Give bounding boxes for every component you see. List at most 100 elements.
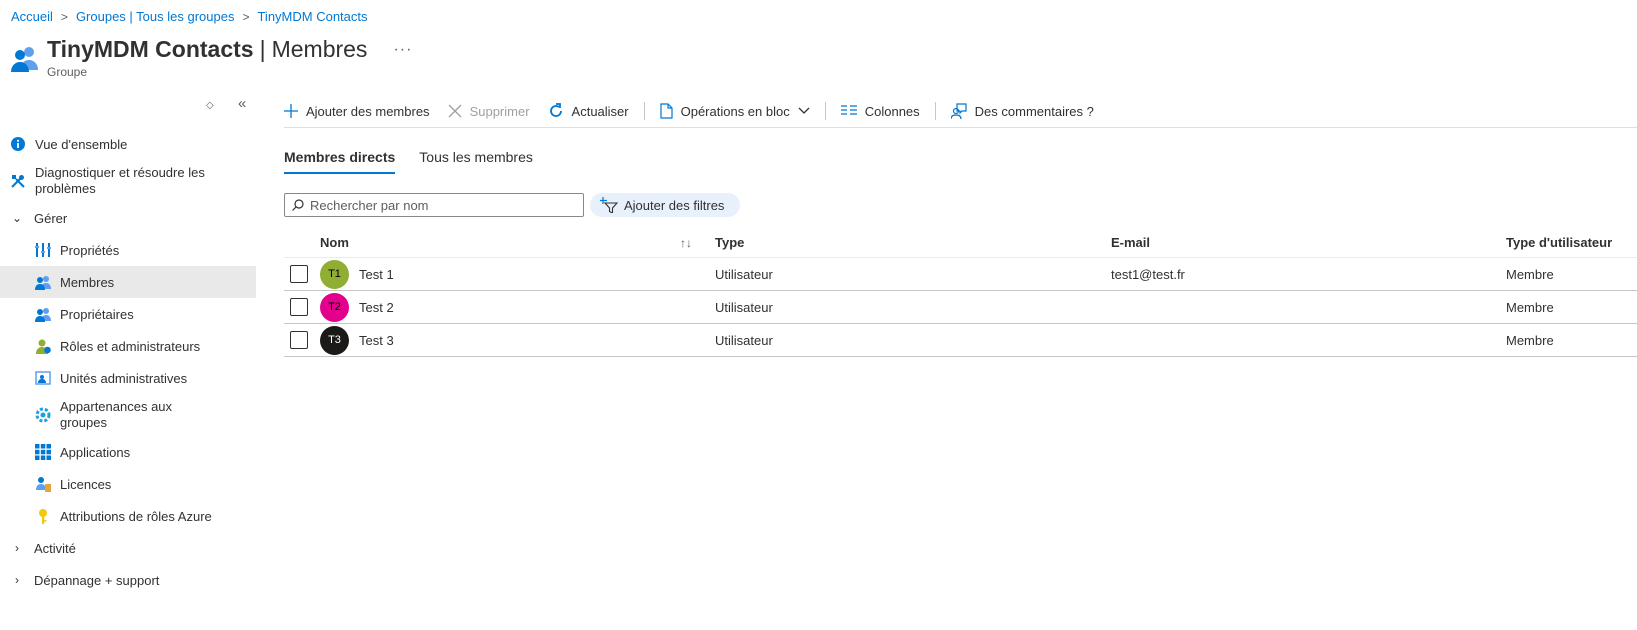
column-header-email[interactable]: E-mail bbox=[1111, 235, 1150, 250]
updown-icon[interactable]: ◇ bbox=[206, 100, 214, 111]
sidebar-item-admin-units[interactable]: Unités administratives bbox=[0, 362, 256, 394]
member-name[interactable]: Test 3 bbox=[359, 333, 394, 348]
sidebar-item-roles[interactable]: Rôles et administrateurs bbox=[0, 330, 256, 362]
info-icon bbox=[10, 136, 26, 152]
add-filters-button[interactable]: Ajouter des filtres bbox=[590, 193, 741, 217]
page-section: Membres bbox=[271, 36, 368, 62]
search-box bbox=[284, 193, 584, 217]
delete-button[interactable]: Supprimer bbox=[439, 97, 539, 125]
avatar: T3 bbox=[320, 325, 349, 355]
search-input[interactable] bbox=[308, 196, 572, 214]
add-members-button[interactable]: Ajouter des membres bbox=[284, 97, 439, 125]
table-row[interactable]: T1 Test 1 Utilisateur test1@test.fr Memb… bbox=[284, 258, 1637, 291]
tab-direct-members[interactable]: Membres directs bbox=[284, 146, 396, 174]
page-title: TinyMDM Contacts bbox=[47, 36, 254, 62]
title-separator: | bbox=[259, 36, 266, 62]
breadcrumb: Accueil > Groupes | Tous les groupes > T… bbox=[11, 9, 368, 24]
avatar: T1 bbox=[320, 259, 349, 289]
member-name-cell[interactable]: T2 Test 2 bbox=[320, 292, 394, 322]
filter-icon bbox=[600, 197, 618, 213]
sidebar-item-label: Appartenances aux groupes bbox=[60, 399, 173, 430]
breadcrumb-home[interactable]: Accueil bbox=[11, 9, 53, 24]
sidebar-item-label: Attributions de rôles Azure bbox=[60, 508, 212, 524]
chevron-right-icon: > bbox=[60, 9, 68, 24]
sidebar-item-label: Membres bbox=[60, 274, 115, 290]
page-subtitle: Groupe bbox=[47, 65, 88, 79]
column-header-type[interactable]: Type bbox=[715, 235, 744, 250]
sidebar-item-label: Diagnostiquer et résoudre les problèmes bbox=[35, 165, 205, 196]
columns-button[interactable]: Colonnes bbox=[832, 97, 929, 125]
roles-icon bbox=[35, 338, 51, 354]
sidebar-item-label: Propriétaires bbox=[60, 306, 134, 322]
sidebar-item-members[interactable]: Membres bbox=[0, 266, 256, 298]
sidebar-item-azure-roles[interactable]: Attributions de rôles Azure bbox=[0, 500, 256, 532]
group-icon bbox=[11, 47, 38, 72]
gear-icon bbox=[35, 407, 51, 423]
bulk-operations-button[interactable]: Opérations en bloc bbox=[651, 97, 819, 125]
toolbar-divider bbox=[643, 102, 645, 120]
add-filters-label: Ajouter des filtres bbox=[624, 197, 725, 213]
sidebar-item-label: Rôles et administrateurs bbox=[60, 338, 201, 354]
sidebar-item-label: Propriétés bbox=[60, 242, 120, 258]
row-checkbox[interactable] bbox=[290, 265, 308, 283]
sidebar-item-label: Vue d'ensemble bbox=[35, 136, 128, 152]
admin-units-icon bbox=[35, 370, 51, 386]
sidebar-item-label: Dépannage + support bbox=[34, 572, 160, 588]
tab-all-members[interactable]: Tous les membres bbox=[419, 146, 533, 174]
sidebar-item-licenses[interactable]: Licences bbox=[0, 468, 256, 500]
key-icon bbox=[35, 508, 51, 524]
member-type: Utilisateur bbox=[715, 266, 773, 282]
sidebar-section-manage[interactable]: ⌄ Gérer bbox=[0, 202, 256, 234]
page-header: TinyMDM Contacts | Membres ··· Groupe bbox=[11, 36, 412, 79]
sidebar-item-overview[interactable]: Vue d'ensemble bbox=[0, 128, 256, 160]
row-checkbox[interactable] bbox=[290, 298, 308, 316]
feedback-icon bbox=[950, 103, 967, 119]
double-chevron-left-icon[interactable]: « bbox=[238, 95, 246, 112]
chevron-right-icon: › bbox=[15, 541, 19, 555]
sidebar-item-label: Unités administratives bbox=[60, 370, 188, 386]
wrench-icon bbox=[10, 173, 26, 189]
breadcrumb-group[interactable]: TinyMDM Contacts bbox=[257, 9, 367, 24]
license-icon bbox=[35, 476, 51, 492]
sidebar-item-applications[interactable]: Applications bbox=[0, 436, 256, 468]
member-name[interactable]: Test 2 bbox=[359, 300, 394, 315]
row-checkbox[interactable] bbox=[290, 331, 308, 349]
table-row[interactable]: T2 Test 2 Utilisateur Membre bbox=[284, 291, 1637, 324]
member-name[interactable]: Test 1 bbox=[359, 267, 394, 282]
sidebar-item-group-memberships[interactable]: Appartenances aux groupes bbox=[0, 394, 256, 436]
sidebar-item-owners[interactable]: Propriétaires bbox=[0, 298, 256, 330]
table-row[interactable]: T3 Test 3 Utilisateur Membre bbox=[284, 324, 1637, 357]
chevron-down-icon bbox=[798, 107, 810, 115]
member-name-cell[interactable]: T1 Test 1 bbox=[320, 259, 394, 289]
refresh-button[interactable]: Actualiser bbox=[539, 97, 638, 125]
member-user-type: Membre bbox=[1506, 332, 1554, 348]
more-icon[interactable]: ··· bbox=[393, 41, 412, 59]
member-name-cell[interactable]: T3 Test 3 bbox=[320, 325, 394, 355]
columns-icon bbox=[840, 105, 857, 117]
sidebar-item-label: Gérer bbox=[34, 210, 68, 226]
sidebar-item-diagnose[interactable]: Diagnostiquer et résoudre les problèmes bbox=[0, 160, 256, 202]
chevron-down-icon: ⌄ bbox=[11, 211, 23, 225]
member-type: Utilisateur bbox=[715, 332, 773, 348]
sidebar-item-properties[interactable]: Propriétés bbox=[0, 234, 256, 266]
sidebar-section-troubleshooting[interactable]: › Dépannage + support bbox=[0, 564, 256, 596]
chevron-right-icon: > bbox=[242, 9, 250, 24]
sidebar-section-activity[interactable]: › Activité bbox=[0, 532, 256, 564]
table-header: Nom ↑↓ Type E-mail Type d'utilisateur bbox=[284, 228, 1637, 258]
sidebar: ◇ « Vue d'ensemble Diagnostiquer et réso… bbox=[0, 88, 256, 596]
member-user-type: Membre bbox=[1506, 266, 1554, 282]
owners-icon bbox=[35, 306, 51, 322]
feedback-button[interactable]: Des commentaires ? bbox=[942, 97, 1103, 125]
plus-icon bbox=[284, 104, 298, 118]
avatar: T2 bbox=[320, 292, 349, 322]
delete-label: Supprimer bbox=[469, 103, 530, 119]
breadcrumb-groups[interactable]: Groupes | Tous les groupes bbox=[76, 9, 235, 24]
close-icon bbox=[448, 104, 462, 118]
refresh-label: Actualiser bbox=[571, 103, 629, 119]
properties-icon bbox=[35, 242, 51, 258]
toolbar-divider bbox=[824, 102, 826, 120]
columns-label: Colonnes bbox=[864, 103, 920, 119]
column-header-user-type[interactable]: Type d'utilisateur bbox=[1506, 235, 1612, 250]
column-header-name[interactable]: Nom bbox=[320, 235, 349, 250]
sort-icon[interactable]: ↑↓ bbox=[680, 236, 692, 250]
